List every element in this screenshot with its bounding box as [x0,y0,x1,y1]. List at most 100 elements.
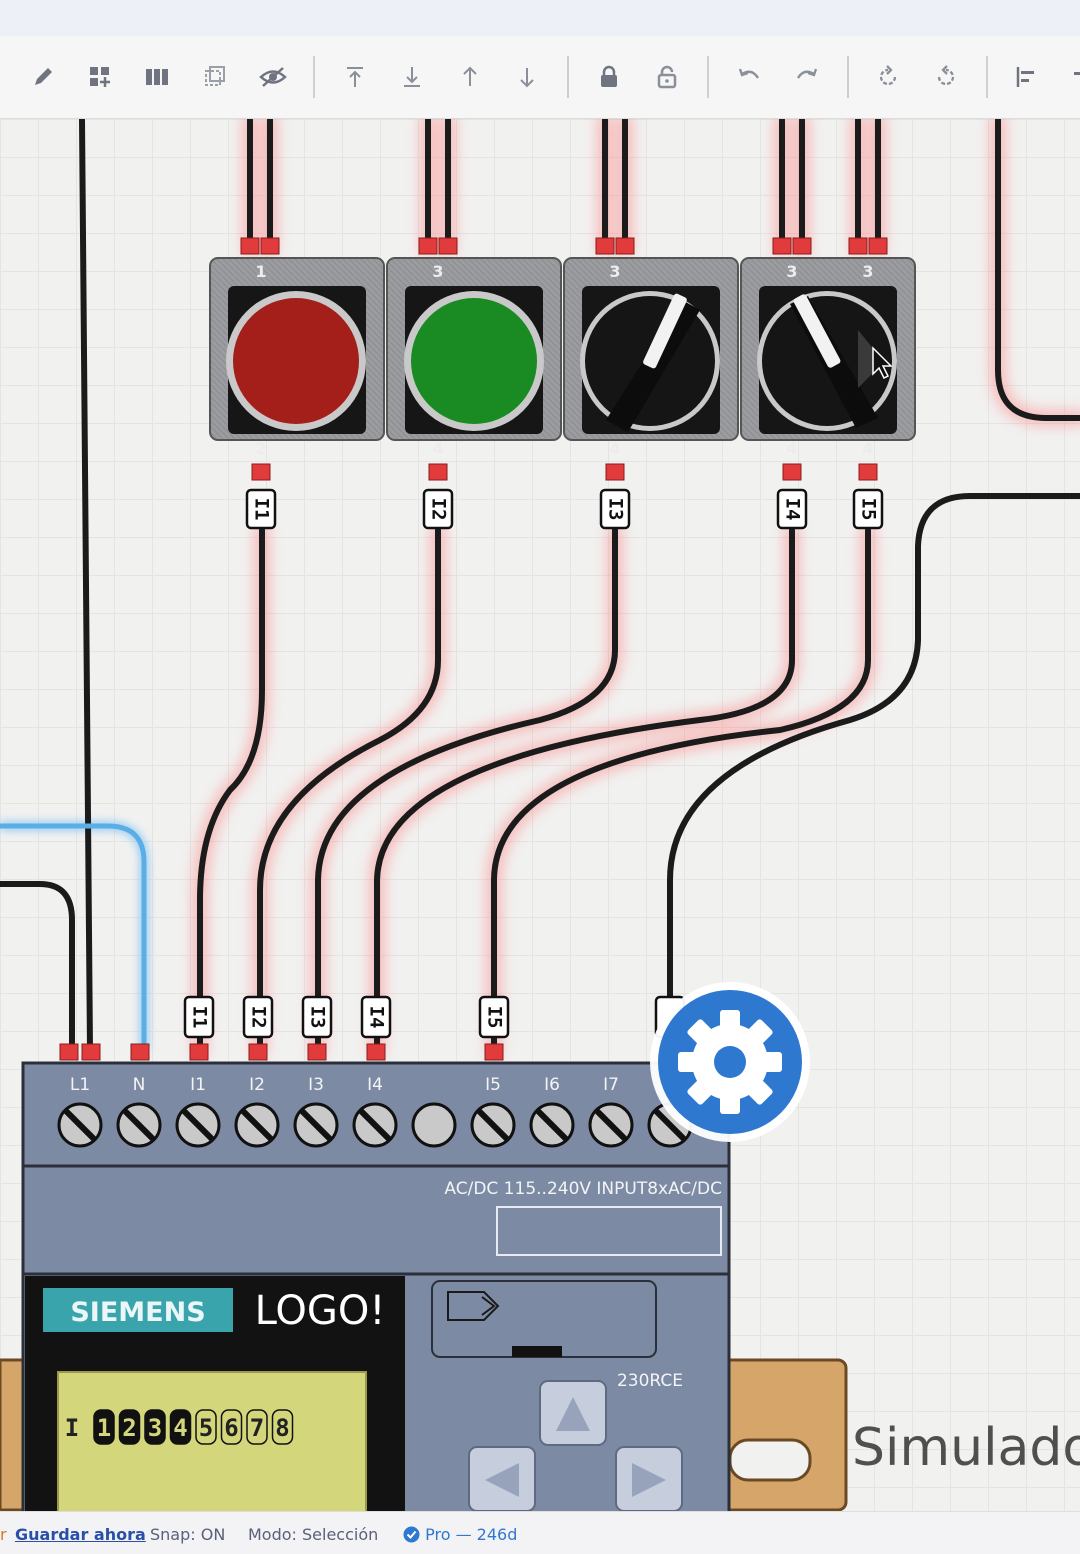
toolbar-separator [986,56,988,98]
plc-terminal-screws [57,1102,693,1148]
wire-tags-top: I1 I2 I3 I4 I5 [245,488,884,530]
terminal-screw[interactable] [116,1102,162,1148]
wire-tag: I5 [858,498,880,521]
settings-fab[interactable] [650,982,810,1142]
undo-icon[interactable] [730,58,768,96]
hide-icon[interactable] [254,58,292,96]
wire-tag: I2 [248,1006,270,1029]
terminal-label: I2 [249,1075,265,1095]
terminal-number: 4 [862,439,873,458]
terminal-label: I7 [603,1075,619,1095]
circuit-drawing: 1 2 3 4 3 4 3 3 4 4 I1 I2 I3 I4 I5 I1 I2… [0,119,1080,1511]
toolbar [0,36,1080,119]
terminal-number: 3 [609,262,620,281]
key-left-button[interactable] [468,1446,536,1511]
terminal-label: L1 [70,1075,90,1095]
green-pushbutton[interactable] [386,257,562,441]
terminal-number: 3 [862,262,873,281]
pro-label: Pro — 246d [425,1525,518,1544]
lcd-input-digit: 1 [97,1414,111,1442]
top-connectors [240,237,888,255]
rotate-cw-icon[interactable] [869,58,907,96]
verified-badge-icon [403,1526,420,1543]
lcd-input-digit: 6 [224,1414,238,1442]
mode-status: Modo: Selección [248,1525,379,1544]
red-pushbutton[interactable] [209,257,385,441]
terminal-screw[interactable] [175,1102,221,1148]
unlock-icon[interactable] [648,58,686,96]
lcd-input-display: I 12345678 [65,1409,294,1445]
logo-product-name: LOGO! [255,1288,386,1334]
gear-icon [678,1010,782,1114]
terminal-label: I5 [485,1075,501,1095]
lcd-input-digit: 7 [250,1414,264,1442]
status-fragment: r [0,1525,7,1544]
move-down-icon[interactable] [508,58,546,96]
redo-icon[interactable] [788,58,826,96]
duplicate-icon[interactable] [196,58,234,96]
simulator-watermark: Simulado [852,1418,1080,1478]
lcd-input-digit: 8 [275,1414,289,1442]
lcd-input-digit: 3 [148,1414,162,1442]
align-center-icon[interactable] [1062,58,1080,96]
terminal-number: 2 [255,439,266,458]
send-to-bottom-icon[interactable] [393,58,431,96]
terminal-number: 3 [432,262,443,281]
toolbar-separator [847,56,849,98]
move-up-icon[interactable] [451,58,489,96]
terminal-label: I6 [544,1075,560,1095]
wire-tag: I3 [605,498,627,521]
save-now-link[interactable]: Guardar ahora [15,1525,146,1544]
selector-switch-1[interactable] [563,257,739,441]
terminal-number: 4 [609,439,620,458]
toolbar-separator [313,56,315,98]
plc-input-connectors [59,1043,504,1061]
device-bottom-connectors [251,463,878,481]
wiring-canvas[interactable]: 1 2 3 4 3 4 3 3 4 4 I1 I2 I3 I4 I5 I1 I2… [0,119,1080,1511]
terminal-screw[interactable] [588,1102,634,1148]
terminal-label: I4 [367,1075,383,1095]
wire-tags-bottom: I1 I2 I3 I4 I5 [183,995,686,1039]
wire-tag: I5 [484,1006,506,1029]
terminal-screw[interactable] [529,1102,575,1148]
terminal-screw[interactable] [57,1102,103,1148]
pro-badge: Pro — 246d [403,1525,517,1544]
bring-to-top-icon[interactable] [336,58,374,96]
plc-model: 230RCE [617,1371,683,1391]
wire-tag: I4 [366,1006,388,1029]
toolbar-separator [707,56,709,98]
terminal-label: I3 [308,1075,324,1095]
terminal-number: 4 [786,439,797,458]
status-bar: r Guardar ahora Snap: ON Modo: Selección… [0,1511,1080,1554]
terminal-label: I1 [190,1075,206,1095]
pencil-icon[interactable] [24,58,62,96]
lcd-input-digit: 2 [122,1414,136,1442]
rotate-ccw-icon[interactable] [927,58,965,96]
lcd-input-digit: 5 [199,1414,213,1442]
key-up-button[interactable] [539,1380,607,1446]
align-left-icon[interactable] [1008,58,1046,96]
selector-switch-2[interactable] [740,257,916,441]
lcd-input-digit: 4 [173,1414,187,1442]
terminal-screw[interactable] [470,1102,516,1148]
siemens-brand: SIEMENS [70,1297,205,1328]
wire-tag: I1 [189,1006,211,1029]
terminal-number: 1 [255,262,266,281]
key-right-button[interactable] [615,1446,683,1511]
terminal-screw[interactable] [352,1102,398,1148]
wire-tag: I1 [251,498,273,521]
wire-tag: I2 [428,498,450,521]
lcd-prefix: I [65,1414,79,1442]
snap-status[interactable]: Snap: ON [150,1525,225,1544]
terminal-screw[interactable] [234,1102,280,1148]
window-top-strip [0,0,1080,36]
terminal-screw[interactable] [293,1102,339,1148]
lock-icon[interactable] [590,58,628,96]
terminal-number: 4 [432,439,443,458]
toolbar-separator [567,56,569,98]
add-grid-icon[interactable] [81,58,119,96]
wire-tag: I4 [782,498,804,521]
terminal-number: 3 [786,262,797,281]
input-spec-label: AC/DC 115..240V INPUT8xAC/DC [444,1179,722,1199]
columns-icon[interactable] [138,58,176,96]
